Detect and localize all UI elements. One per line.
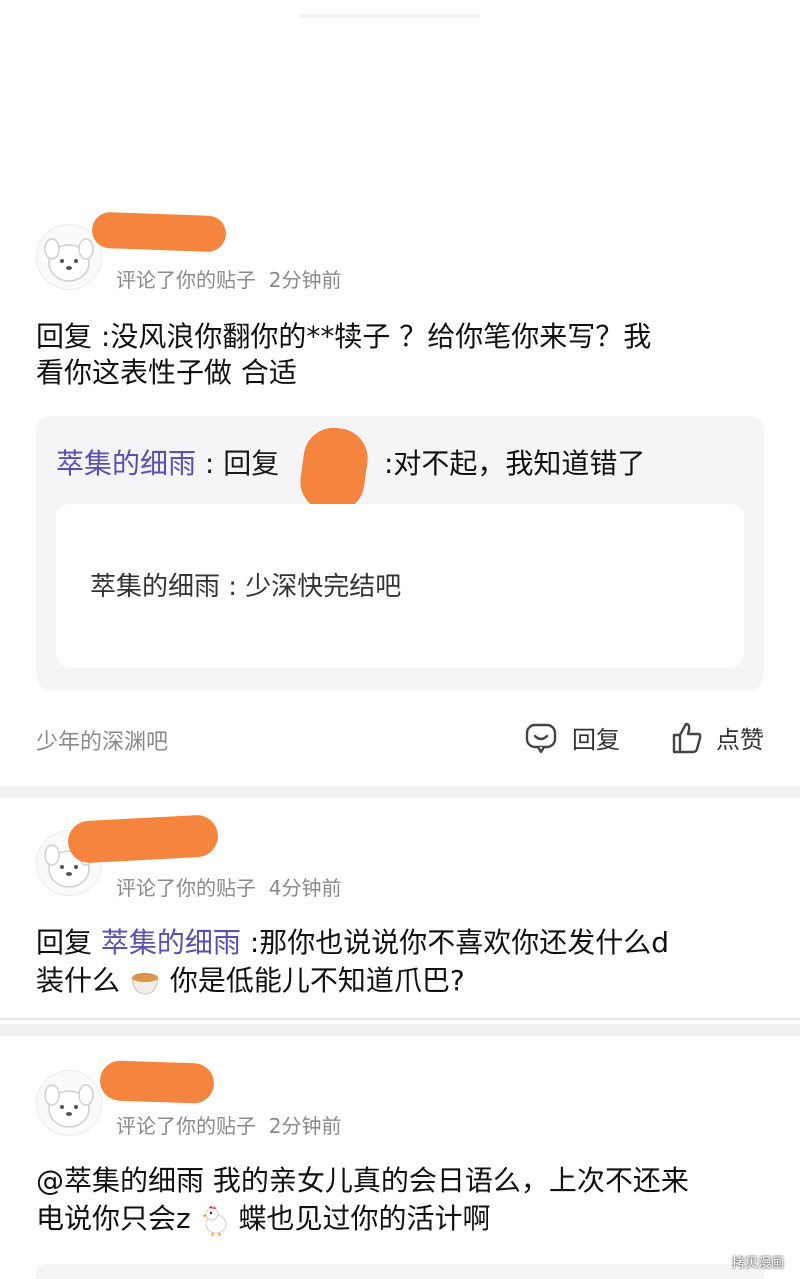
comment-time: 2分钟前 (268, 268, 342, 292)
watermark: 拷贝漫画 (732, 1256, 785, 1271)
source-forum-link[interactable]: 少年的深渊吧 (36, 724, 168, 756)
redacted-username (99, 1060, 215, 1104)
comment-time: 4分钟前 (268, 876, 342, 900)
quoted-reply-box[interactable]: 萃集的细雨 : 回复 :对不起，我知道错了 萃集的细雨 : 少深快完结吧 (36, 416, 764, 690)
section-divider (0, 1024, 800, 1036)
thumbs-up-icon (672, 722, 702, 753)
section-divider (0, 1018, 800, 1020)
like-label: 点赞 (716, 726, 764, 754)
like-button[interactable]: 点赞 (670, 720, 764, 755)
redacted-username (91, 211, 227, 253)
quoted-reply-text: :对不起，我知道错了 (384, 447, 646, 480)
chicken-emoji (201, 1206, 227, 1236)
quoted-reply-prefix: : 回复 (196, 447, 280, 480)
redacted-username (67, 814, 219, 864)
comment-body-line: 电说你只会z 蝶也见过你的活计啊 (36, 1200, 491, 1238)
section-divider (0, 786, 800, 798)
tea-cup-emoji (131, 973, 159, 995)
reply-button[interactable]: 回复 (524, 720, 620, 755)
comment-body-line: @萃集的细雨 我的亲女儿真的会日语么，上次不还来 (36, 1164, 689, 1197)
redacted-name (296, 423, 372, 517)
mentioned-user-link[interactable]: 萃集的细雨 (101, 926, 241, 959)
nested-quote-box[interactable]: 萃集的细雨 : 少深快完结吧 (56, 504, 744, 668)
nested-quote-text: 萃集的细雨 : 少深快完结吧 (90, 572, 402, 602)
avatar-dog-icon (44, 1084, 94, 1128)
reply-text: 蝶也见过你的活计啊 (238, 1202, 491, 1235)
comment-meta: 评论了你的贴子 (116, 268, 256, 292)
reply-text: 你是低能儿不知道爪巴? (169, 964, 465, 997)
comment-card-3: 评论了你的贴子 2分钟前 @萃集的细雨 我的亲女儿真的会日语么，上次不还来 电说… (0, 1040, 800, 1279)
comment-meta: 评论了你的贴子 (116, 1114, 256, 1138)
reply-text: 电说你只会z (36, 1202, 191, 1235)
reply-prefix: 回复 (36, 926, 101, 959)
avatar-dog-icon (44, 238, 94, 282)
reply-label: 回复 (572, 726, 620, 754)
comment-time: 2分钟前 (268, 1114, 342, 1138)
quoted-author[interactable]: 萃集的细雨 (56, 447, 196, 480)
comment-card-1: 评论了你的贴子 2分钟前 回复 :没风浪你翻你的**犊子 ？给你笔你来写？我 看… (0, 200, 800, 785)
comment-card-2: 评论了你的贴子 4分钟前 回复 萃集的细雨 :那你也说说你不喜欢你还发什么d 装… (0, 800, 800, 1015)
reply-text: 装什么 (36, 964, 121, 997)
reply-text: :那你也说说你不喜欢你还发什么d (240, 926, 670, 959)
reply-bubble-icon (525, 723, 557, 753)
comment-meta: 评论了你的贴子 (116, 876, 256, 900)
comment-body-line: 装什么 你是低能儿不知道爪巴? (36, 962, 465, 1000)
comment-body-line: 回复 :没风浪你翻你的**犊子 ？给你笔你来写？我 (36, 320, 652, 353)
comment-body-line: 回复 萃集的细雨 :那你也说说你不喜欢你还发什么d (36, 924, 669, 962)
comment-body-line: 看你这表性子做 合适 (36, 356, 297, 389)
status-indicator (300, 14, 480, 18)
next-card-edge (36, 1264, 764, 1279)
avatar[interactable] (36, 1070, 102, 1136)
